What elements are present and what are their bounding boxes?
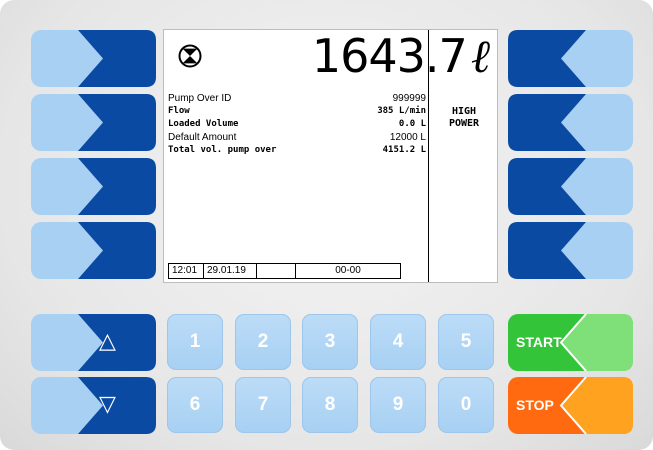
key-9[interactable]: 9: [370, 377, 426, 433]
row-value: 4151.2 L: [382, 145, 426, 155]
row-loaded-volume: Loaded Volume 0.0 L: [168, 118, 426, 131]
row-label: Flow: [168, 106, 190, 116]
down-arrow-icon: ▽: [99, 391, 116, 416]
row-pump-over-id: Pump Over ID 999999: [168, 92, 426, 105]
row-default-amount: Default Amount 12000 L: [168, 131, 426, 144]
up-button[interactable]: △: [31, 314, 156, 371]
device-panel: Pump Over ID 999999 Flow 385 L/min Loade…: [0, 0, 653, 450]
status-code: 00-00: [335, 265, 361, 276]
row-flow: Flow 385 L/min: [168, 105, 426, 118]
softkey-left-shape: [31, 377, 156, 434]
down-button[interactable]: ▽: [31, 377, 156, 434]
stop-button[interactable]: STOP: [508, 377, 633, 434]
flow-meter-icon: [178, 44, 202, 68]
power-mode-label: HIGH POWER: [434, 106, 494, 130]
softkey-left-shape: [31, 222, 156, 279]
right-softkey-1[interactable]: [508, 30, 633, 87]
key-1[interactable]: 1: [167, 314, 223, 370]
row-value: 12000 L: [389, 132, 426, 143]
status-time: 12:01: [169, 264, 204, 278]
left-softkey-2[interactable]: [31, 94, 156, 151]
row-value: 999999: [392, 93, 426, 104]
softkey-right-shape: [508, 30, 633, 87]
row-label: Default Amount: [168, 132, 237, 143]
stop-label: STOP: [516, 397, 554, 413]
status-date: 29.01.19: [204, 264, 257, 278]
key-8[interactable]: 8: [302, 377, 358, 433]
softkey-left-shape: [31, 94, 156, 151]
key-4[interactable]: 4: [370, 314, 426, 370]
status-blank: [257, 264, 296, 278]
row-value: 385 L/min: [377, 106, 426, 116]
left-softkey-3[interactable]: [31, 158, 156, 215]
key-3[interactable]: 3: [302, 314, 358, 370]
softkey-right-shape: [508, 222, 633, 279]
row-value: 0.0 L: [398, 119, 426, 129]
row-label: Total vol. pump over: [168, 145, 277, 155]
key-6[interactable]: 6: [167, 377, 223, 433]
row-label: Loaded Volume: [168, 119, 239, 129]
start-button[interactable]: START: [508, 314, 633, 371]
info-rows: Pump Over ID 999999 Flow 385 L/min Loade…: [168, 92, 426, 157]
softkey-left-shape: [31, 30, 156, 87]
start-label: START: [516, 334, 562, 350]
power-mode-line2: POWER: [448, 118, 480, 129]
volume-unit: ℓ: [470, 29, 490, 83]
volume-value: 1643.7: [311, 29, 468, 83]
volume-readout: 1643.7ℓ: [311, 28, 490, 84]
softkey-left-shape: [31, 158, 156, 215]
row-label: Pump Over ID: [168, 93, 232, 104]
key-2[interactable]: 2: [235, 314, 291, 370]
right-softkey-2[interactable]: [508, 94, 633, 151]
up-arrow-icon: △: [99, 328, 116, 353]
key-0[interactable]: 0: [438, 377, 494, 433]
right-softkey-4[interactable]: [508, 222, 633, 279]
power-mode-line1: HIGH: [451, 106, 477, 117]
key-5[interactable]: 5: [438, 314, 494, 370]
key-7[interactable]: 7: [235, 377, 291, 433]
softkey-left-shape: [31, 314, 156, 371]
left-softkey-4[interactable]: [31, 222, 156, 279]
row-total-vol: Total vol. pump over 4151.2 L: [168, 144, 426, 157]
right-softkey-3[interactable]: [508, 158, 633, 215]
softkey-right-shape: [508, 158, 633, 215]
left-softkey-1[interactable]: [31, 30, 156, 87]
softkey-right-shape: [508, 94, 633, 151]
display-screen: Pump Over ID 999999 Flow 385 L/min Loade…: [163, 29, 498, 283]
status-bar: 12:01 29.01.19 00-00: [168, 263, 401, 279]
